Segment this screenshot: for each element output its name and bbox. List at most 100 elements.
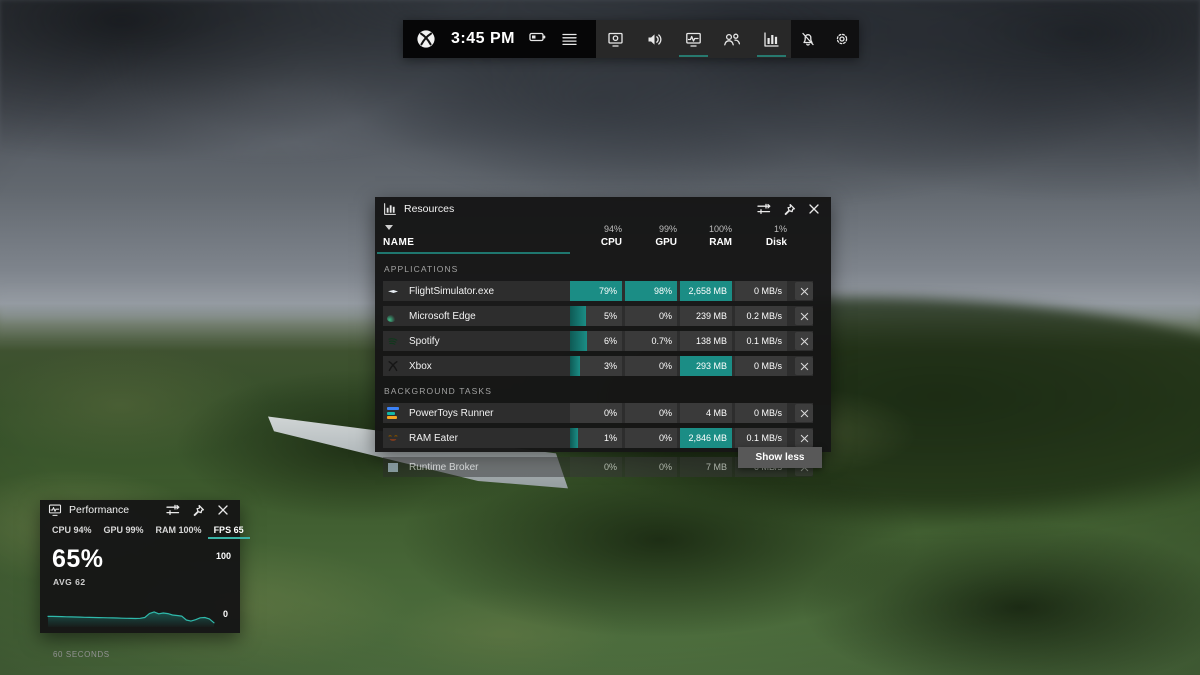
- powertoys-icon: [385, 405, 401, 421]
- spotify-icon: [385, 333, 401, 349]
- ram-cell: 2,658 MB: [680, 281, 732, 301]
- background-tasks-section-label: BACKGROUND TASKS: [384, 386, 492, 396]
- pin-button[interactable]: [780, 200, 798, 218]
- tab-ram[interactable]: RAM 100%: [150, 520, 208, 539]
- game-bar-toolbar: 3:45 PM: [403, 20, 859, 58]
- y-axis-max: 100: [215, 551, 231, 561]
- game-bar-home-section: 3:45 PM: [403, 20, 596, 58]
- widget-options-button[interactable]: [755, 200, 773, 218]
- performance-icon: [686, 32, 701, 47]
- performance-tabs: CPU 94% GPU 99% RAM 100% FPS 65: [40, 520, 250, 539]
- gear-icon: [836, 33, 848, 45]
- capture-widget-button[interactable]: [596, 20, 635, 58]
- current-fps-value: 65%: [52, 545, 104, 573]
- show-less-button[interactable]: Show less: [738, 447, 822, 468]
- disk-cell: 0.1 MB/s: [735, 331, 787, 351]
- xbox-logo-button[interactable]: [415, 28, 437, 50]
- sorted-column-underline: [377, 252, 570, 254]
- game-bar-system-section: [790, 20, 859, 58]
- performance-panel: Performance CPU 94% GPU 99% RAM 100% FPS…: [40, 500, 250, 659]
- sliders-icon: [166, 504, 180, 516]
- gpu-cell: 0%: [625, 428, 677, 448]
- pin-icon: [784, 203, 795, 215]
- runtime-broker-icon: [385, 459, 401, 475]
- process-name: Runtime Broker: [409, 461, 479, 473]
- resources-panel-header: Resources: [375, 197, 831, 221]
- process-name: FlightSimulator.exe: [409, 285, 495, 297]
- cpu-cell: 1%: [570, 428, 622, 448]
- close-button[interactable]: [805, 200, 823, 218]
- tab-cpu[interactable]: CPU 94%: [46, 520, 98, 539]
- sort-by-name[interactable]: NAME: [377, 223, 570, 254]
- performance-panel-title: Performance: [69, 504, 130, 516]
- resources-panel: Resources NAME 94% CPU 99% GPU 100% RAM …: [375, 197, 831, 477]
- process-row: Spotify 6% 0.7% 138 MB 0.1 MB/s: [383, 331, 813, 351]
- x-axis-label: 60 SECONDS: [53, 650, 110, 659]
- close-button[interactable]: [214, 501, 232, 519]
- end-task-button[interactable]: [795, 404, 813, 422]
- close-icon: [218, 505, 228, 515]
- bell-off-icon: [802, 32, 814, 46]
- performance-widget-button[interactable]: [674, 20, 713, 58]
- ram-column-header[interactable]: 100% RAM: [680, 224, 732, 248]
- end-task-button[interactable]: [795, 357, 813, 375]
- ram-cell: 239 MB: [680, 306, 732, 326]
- applications-rows: FlightSimulator.exe 79% 98% 2,658 MB 0 M…: [375, 281, 831, 376]
- process-row: Xbox 3% 0% 293 MB 0 MB/s: [383, 356, 813, 376]
- close-icon: [809, 204, 819, 214]
- audio-widget-button[interactable]: [635, 20, 674, 58]
- process-name: Xbox: [409, 360, 432, 372]
- end-task-button[interactable]: [795, 429, 813, 447]
- end-task-button[interactable]: [795, 307, 813, 325]
- disk-cell: 0 MB/s: [735, 403, 787, 423]
- social-widget-button[interactable]: [713, 20, 752, 58]
- end-task-button[interactable]: [795, 282, 813, 300]
- ram-cell: 7 MB: [680, 457, 732, 477]
- notifications-off-button[interactable]: [791, 20, 825, 58]
- close-icon: [800, 409, 808, 417]
- resources-icon: [764, 31, 779, 47]
- cpu-cell: 0%: [570, 403, 622, 423]
- ram-cell: 4 MB: [680, 403, 732, 423]
- pin-button[interactable]: [189, 501, 207, 519]
- capture-icon: [608, 32, 623, 47]
- cpu-cell: 3%: [570, 356, 622, 376]
- ram-cell: 138 MB: [680, 331, 732, 351]
- tab-gpu[interactable]: GPU 99%: [98, 520, 150, 539]
- disk-cell: 0 MB/s: [735, 356, 787, 376]
- resources-column-headers: NAME 94% CPU 99% GPU 100% RAM 1% Disk: [375, 221, 831, 254]
- widget-menu-icon[interactable]: [560, 30, 580, 48]
- performance-icon: [48, 504, 62, 516]
- applications-section-label: APPLICATIONS: [384, 264, 459, 274]
- close-icon: [800, 287, 808, 295]
- close-icon: [800, 337, 808, 345]
- tab-fps[interactable]: FPS 65: [207, 520, 250, 539]
- edge-icon: [385, 308, 401, 324]
- end-task-button[interactable]: [795, 332, 813, 350]
- y-axis-min: 0: [222, 609, 228, 619]
- ram-eater-icon: [385, 430, 401, 446]
- gpu-cell: 0%: [625, 306, 677, 326]
- sort-caret-icon: [385, 225, 393, 230]
- cpu-cell: 79%: [570, 281, 622, 301]
- gpu-cell: 0%: [625, 457, 677, 477]
- close-icon: [800, 312, 808, 320]
- disk-column-header[interactable]: 1% Disk: [735, 224, 787, 248]
- cpu-cell: 5%: [570, 306, 622, 326]
- battery-icon: [529, 30, 546, 48]
- close-icon: [800, 434, 808, 442]
- resources-widget-button[interactable]: [752, 20, 791, 58]
- fps-sparkline-chart: [47, 611, 215, 627]
- process-row: Microsoft Edge 5% 0% 239 MB 0.2 MB/s: [383, 306, 813, 326]
- settings-button[interactable]: [825, 20, 859, 58]
- cpu-column-header[interactable]: 94% CPU: [570, 224, 622, 248]
- flight-sim-icon: [385, 283, 401, 299]
- widget-options-button[interactable]: [164, 501, 182, 519]
- pin-icon: [193, 504, 204, 516]
- clock: 3:45 PM: [451, 30, 515, 47]
- disk-cell: 0.2 MB/s: [735, 306, 787, 326]
- ram-cell: 2,846 MB: [680, 428, 732, 448]
- process-name: Spotify: [409, 335, 440, 347]
- gpu-column-header[interactable]: 99% GPU: [625, 224, 677, 248]
- performance-panel-header: Performance: [40, 500, 240, 520]
